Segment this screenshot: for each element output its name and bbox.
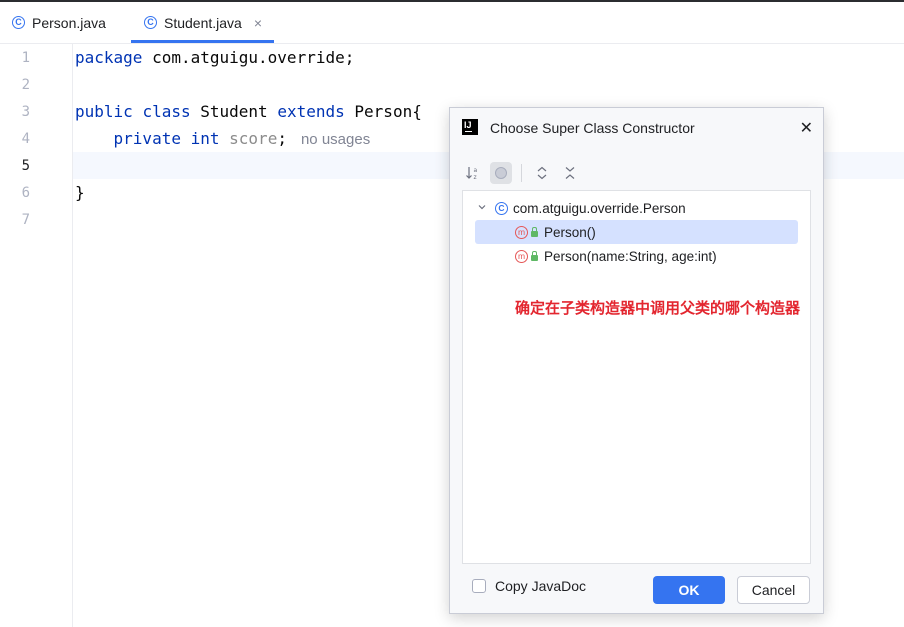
line-number: 4 xyxy=(21,131,30,147)
collapse-all-icon[interactable] xyxy=(559,162,581,184)
ok-button[interactable]: OK xyxy=(653,576,725,604)
choose-super-constructor-dialog: IJ Choose Super Class Constructor ✕ az C… xyxy=(449,107,824,614)
method-icon: m xyxy=(515,249,528,263)
public-lock-icon xyxy=(531,250,538,261)
editor-tab-bar: C Person.java C Student.java × xyxy=(0,2,904,44)
svg-text:z: z xyxy=(474,174,477,181)
class-icon: C xyxy=(495,201,508,215)
intellij-logo-icon: IJ xyxy=(462,119,478,135)
chevron-down-icon[interactable] xyxy=(475,202,489,215)
keyword: extends xyxy=(277,102,345,121)
code-line-1[interactable]: package com.atguigu.override; xyxy=(75,48,354,67)
tab-label: Student.java xyxy=(164,14,242,31)
keyword: private xyxy=(113,129,181,148)
sort-alpha-icon[interactable]: az xyxy=(462,162,484,184)
method-icon: m xyxy=(515,225,528,239)
constructor-label: Person() xyxy=(544,224,596,240)
line-number: 6 xyxy=(21,185,30,201)
keyword: public xyxy=(75,102,133,121)
class-icon: C xyxy=(12,16,25,29)
line-number: 2 xyxy=(21,77,30,93)
expand-all-icon[interactable] xyxy=(531,162,553,184)
svg-text:a: a xyxy=(474,167,478,174)
code-line-4[interactable]: private int score; no usages xyxy=(75,129,371,148)
copy-javadoc-option[interactable]: Copy JavaDoc xyxy=(472,578,586,594)
package-name: com.atguigu.override; xyxy=(142,48,355,67)
tab-label: Person.java xyxy=(32,14,106,31)
cancel-button[interactable]: Cancel xyxy=(737,576,810,604)
red-annotation-text: 确定在子类构造器中调用父类的哪个构造器 xyxy=(515,300,801,317)
dialog-title: Choose Super Class Constructor xyxy=(490,120,695,136)
toolbar-separator xyxy=(521,164,522,182)
code-line-6[interactable]: } xyxy=(75,183,85,202)
keyword: class xyxy=(142,102,191,121)
superclass-name: Person{ xyxy=(354,102,422,121)
tree-root-person-class[interactable]: C com.atguigu.override.Person xyxy=(475,196,798,220)
line-number: 3 xyxy=(21,104,30,120)
field-name: score xyxy=(229,129,278,148)
tab-person-java[interactable]: C Person.java xyxy=(12,2,106,43)
tree-item-constructor[interactable]: m Person() xyxy=(475,220,798,244)
tree-item-constructor[interactable]: m Person(name:String, age:int) xyxy=(475,244,798,268)
semicolon: ; xyxy=(277,129,287,148)
usage-hint[interactable]: no usages xyxy=(301,131,370,148)
class-icon: C xyxy=(144,16,157,29)
keyword: int xyxy=(190,129,220,148)
code-line-3[interactable]: public class Student extends Person{ xyxy=(75,102,422,121)
line-number: 1 xyxy=(21,50,30,66)
class-name: Student xyxy=(200,102,268,121)
tab-student-java[interactable]: C Student.java × xyxy=(131,2,275,43)
copy-javadoc-label: Copy JavaDoc xyxy=(495,578,587,594)
show-inherited-icon[interactable] xyxy=(490,162,512,184)
line-number-current: 5 xyxy=(21,158,30,174)
constructor-tree: C com.atguigu.override.Person m Person()… xyxy=(462,190,811,564)
dialog-toolbar: az xyxy=(462,158,581,188)
close-tab-icon[interactable]: × xyxy=(254,15,262,31)
tree-root-label: com.atguigu.override.Person xyxy=(513,200,686,216)
constructor-label: Person(name:String, age:int) xyxy=(544,248,717,264)
public-lock-icon xyxy=(531,226,538,237)
closing-brace: } xyxy=(75,183,85,202)
line-number-gutter: 1 2 3 4 5 6 7 xyxy=(0,44,73,627)
keyword: package xyxy=(75,48,143,67)
copy-javadoc-checkbox[interactable] xyxy=(472,579,486,593)
line-number: 7 xyxy=(21,212,30,228)
close-icon[interactable]: ✕ xyxy=(800,118,813,138)
